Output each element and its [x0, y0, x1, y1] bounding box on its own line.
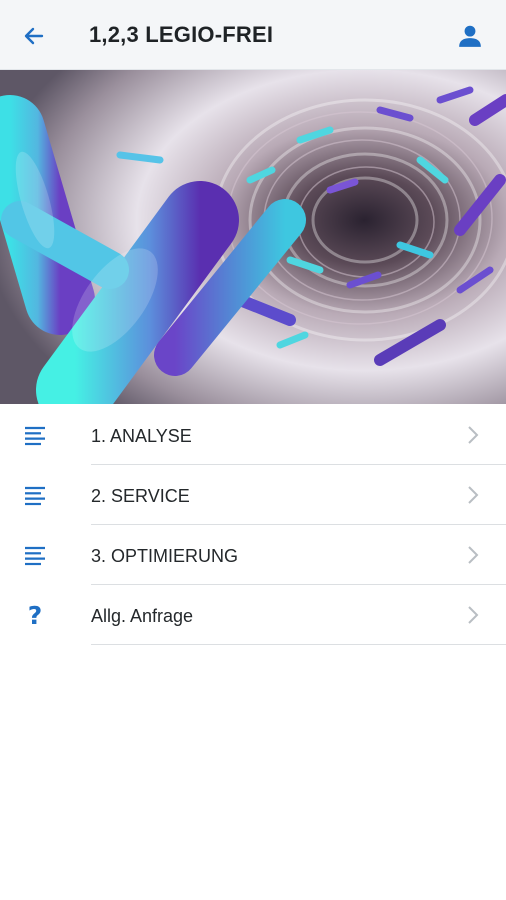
menu-item-allg-anfrage[interactable]: ? Allg. Anfrage: [0, 585, 506, 645]
divider: [91, 644, 506, 645]
user-icon: [459, 25, 481, 47]
menu-item-service[interactable]: 2. SERVICE: [0, 465, 506, 525]
menu-item-label: Allg. Anfrage: [91, 606, 194, 626]
chevron-right-icon: [468, 486, 479, 504]
arrow-left-icon: [24, 27, 44, 45]
menu-item-label: 1. ANALYSE: [91, 426, 192, 446]
back-button[interactable]: [18, 20, 50, 52]
chevron-right-icon: [468, 606, 479, 624]
profile-button[interactable]: [454, 20, 486, 52]
menu-item-optimierung[interactable]: 3. OPTIMIERUNG: [0, 525, 506, 585]
page-title: 1,2,3 LEGIO-FREI: [89, 22, 274, 47]
hero-image: [0, 70, 506, 404]
chevron-right-icon: [468, 546, 479, 564]
app-header: 1,2,3 LEGIO-FREI: [0, 0, 506, 70]
menu-list: 1. ANALYSE 2. SERVICE 3. OPTIMIERUNG ? A…: [0, 405, 506, 645]
question-icon: ?: [27, 601, 43, 630]
list-icon: [22, 483, 48, 509]
menu-item-analyse[interactable]: 1. ANALYSE: [0, 405, 506, 465]
list-icon: [22, 543, 48, 569]
menu-item-label: 2. SERVICE: [91, 486, 190, 506]
chevron-right-icon: [468, 426, 479, 444]
menu-item-label: 3. OPTIMIERUNG: [91, 546, 239, 566]
list-icon: [22, 423, 48, 449]
